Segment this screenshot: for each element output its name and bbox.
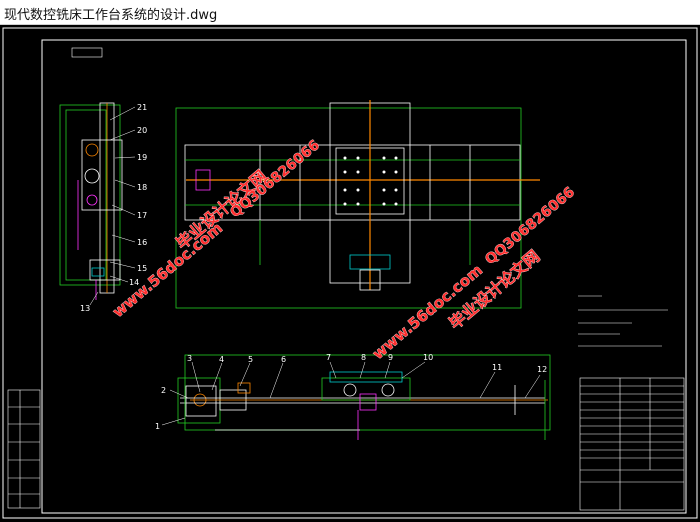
part-label-19: 19 <box>137 153 147 162</box>
part-label-7: 7 <box>326 353 331 362</box>
part-label-21: 21 <box>137 103 147 112</box>
part-label-6: 6 <box>281 355 286 364</box>
part-label-10: 10 <box>423 353 433 362</box>
part-label-12: 12 <box>537 365 547 374</box>
part-label-2: 2 <box>161 386 166 395</box>
part-label-15: 15 <box>137 264 147 273</box>
window-title: 现代数控铣床工作台系统的设计.dwg <box>4 8 218 23</box>
side-view <box>59 102 123 300</box>
part-label-13: 13 <box>80 304 90 313</box>
side-view-leaders <box>89 106 136 306</box>
part-label-4: 4 <box>219 355 224 364</box>
title-bar: 现代数控铣床工作台系统的设计.dwg <box>0 0 700 25</box>
cad-viewport[interactable]: 21 20 19 18 17 16 15 14 13 1 2 3 4 5 6 7… <box>0 25 700 522</box>
part-label-8: 8 <box>361 353 366 362</box>
part-label-18: 18 <box>137 183 147 192</box>
part-label-11: 11 <box>492 363 502 372</box>
part-label-1: 1 <box>155 422 160 431</box>
technical-notes <box>578 295 668 347</box>
part-label-20: 20 <box>137 126 147 135</box>
part-label-5: 5 <box>248 355 253 364</box>
front-view-leaders <box>161 361 541 426</box>
watermark-site-1: www.56doc.com <box>109 219 226 321</box>
left-margin-table <box>7 389 41 509</box>
title-block <box>579 377 685 511</box>
part-label-3: 3 <box>187 354 192 363</box>
part-label-16: 16 <box>137 238 147 247</box>
part-label-17: 17 <box>137 211 147 220</box>
top-left-tag <box>71 47 103 58</box>
cad-drawing: 21 20 19 18 17 16 15 14 13 1 2 3 4 5 6 7… <box>2 27 698 519</box>
